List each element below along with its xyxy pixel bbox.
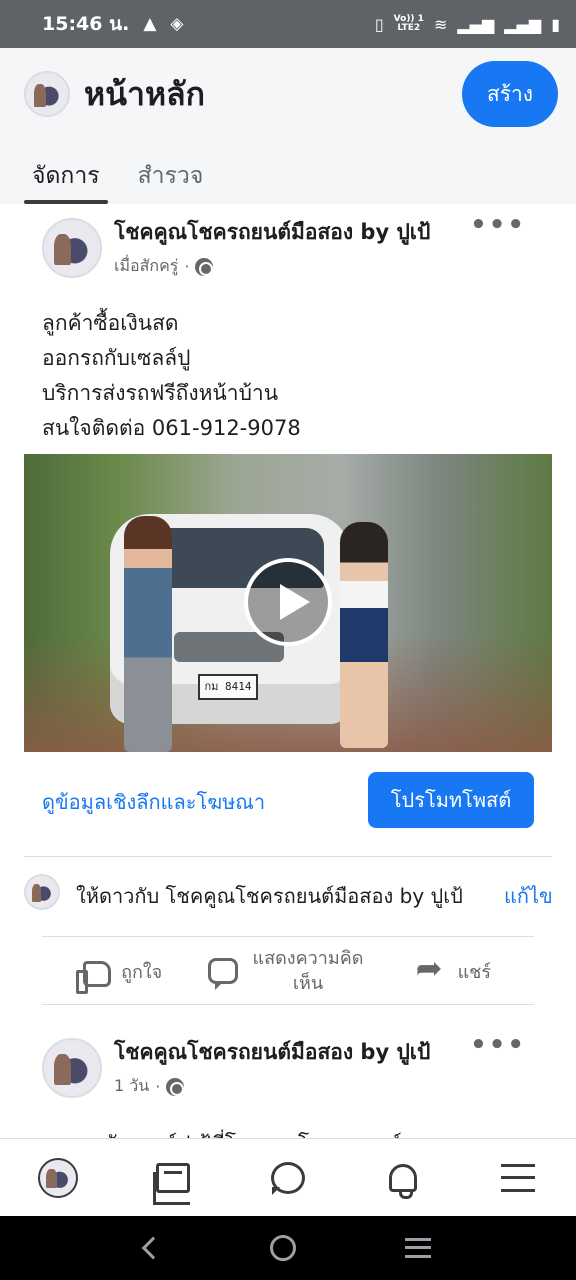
tab-manage[interactable]: จัดการ <box>24 140 108 204</box>
bottom-nav <box>0 1138 576 1216</box>
post-avatar[interactable] <box>42 218 102 278</box>
video-person-left <box>124 516 172 752</box>
post-meta: เมื่อสักครู่ · <box>114 254 214 279</box>
share-icon <box>416 949 448 987</box>
post-page-name[interactable]: โชคคูณโชครถยนต์มือสอง by ปูเป้ <box>114 1036 430 1069</box>
tab-explore[interactable]: สำรวจ <box>130 140 212 204</box>
post-header: โชคคูณโชครถยนต์มือสอง by ปูเป้ 1 วัน · •… <box>0 1024 576 1108</box>
post-page-name[interactable]: โชคคูณโชครถยนต์มือสอง by ปูเป้ <box>114 216 430 249</box>
page-title: หน้าหลัก <box>84 74 206 113</box>
post-text-line: บริการส่งรถฟรีถึงหน้าบ้าน <box>42 381 279 405</box>
rate-text[interactable]: ให้ดาวกับ โชคคูณโชครถยนต์มือสอง by ปูเป้ <box>76 880 463 912</box>
post-time[interactable]: เมื่อสักครู่ <box>114 254 178 279</box>
battery-icon: ▮ <box>551 14 560 34</box>
chat-icon <box>270 1161 305 1195</box>
more-options-icon[interactable]: ••• <box>470 1030 526 1060</box>
insights-link[interactable]: ดูข้อมูลเชิงลึกและโฆษณา <box>42 786 265 818</box>
share-button[interactable]: แชร์ <box>371 949 536 987</box>
nav-menu[interactable] <box>488 1148 548 1208</box>
comment-icon <box>207 958 238 990</box>
divider <box>24 856 552 857</box>
license-plate: กม 8414 <box>198 674 258 700</box>
post-video[interactable]: กม 8414 <box>24 454 552 752</box>
play-icon[interactable] <box>244 558 332 646</box>
page-avatar[interactable] <box>24 71 70 117</box>
share-label: แชร์ <box>457 961 492 983</box>
thumbs-up-icon <box>76 961 112 994</box>
divider <box>42 1004 534 1005</box>
home-icon[interactable] <box>269 1235 296 1261</box>
wifi-icon: ≋ <box>433 14 448 34</box>
bell-icon <box>389 1163 418 1199</box>
vibrate-icon: ▯ <box>374 14 384 34</box>
signal-icon-2: ▂▄▆ <box>504 14 542 34</box>
rate-row: ให้ดาวกับ โชคคูณโชครถยนต์มือสอง by ปูเป้… <box>0 866 576 922</box>
nav-chat[interactable] <box>258 1148 318 1208</box>
post-text-line: ลูกค้าซื้อเงินสด <box>42 311 179 335</box>
rate-avatar <box>24 874 60 910</box>
profile-avatar <box>37 1157 78 1198</box>
more-options-icon[interactable]: ••• <box>470 210 526 240</box>
nav-profile[interactable] <box>28 1148 88 1208</box>
post-avatar[interactable] <box>42 1038 102 1098</box>
recents-icon[interactable] <box>405 1238 432 1258</box>
post-2: โชคคูณโชครถยนต์มือสอง by ปูเป้ 1 วัน · •… <box>0 1024 576 1138</box>
status-bar: 15:46 น. ▲ ◈ ▯ Vo)) 1 LTE2 ≋ ▂▄▆ ▂▄▆ ▮ <box>0 0 576 48</box>
video-person-right <box>340 522 388 748</box>
back-icon[interactable] <box>141 1236 164 1260</box>
comment-label: แสดงความคิด เห็น <box>252 948 364 994</box>
edit-link[interactable]: แก้ไข <box>504 880 553 912</box>
pages-icon <box>152 1162 190 1205</box>
meta-separator: · <box>184 257 190 276</box>
globe-icon <box>195 257 214 276</box>
like-button[interactable]: ถูกใจ <box>40 955 205 994</box>
post-text-line: สนใจติดต่อ 061-912-9078 <box>42 416 301 440</box>
promote-post-button[interactable]: โปรโมทโพสต์ <box>368 772 534 828</box>
create-button[interactable]: สร้าง <box>462 61 558 127</box>
menu-icon <box>501 1163 536 1192</box>
like-label: ถูกใจ <box>121 961 163 983</box>
post-text-line: ออกรถกับเซลล์ปู <box>42 346 191 370</box>
post-header: โชคคูณโชครถยนต์มือสอง by ปูเป้ เมื่อสักค… <box>0 204 576 288</box>
post-time[interactable]: 1 วัน <box>114 1074 149 1099</box>
comment-button[interactable]: แสดงความคิด เห็น <box>205 946 370 996</box>
status-time: 15:46 น. <box>42 13 130 35</box>
signal-icon: ▂▄▆ <box>457 14 495 34</box>
warning-icon: ▲ <box>143 14 157 34</box>
insights-row: ดูข้อมูลเชิงลึกและโฆษณา โปรโมทโพสต์ <box>0 772 576 830</box>
meta-separator: · <box>155 1077 161 1096</box>
nav-pages[interactable] <box>143 1148 203 1208</box>
feed[interactable]: โชคคูณโชครถยนต์มือสอง by ปูเป้ เมื่อสักค… <box>0 204 576 1138</box>
globe-icon <box>166 1077 185 1096</box>
post-text: ออกรถกับเซลล์ปูเป้ที่โชคคูณโชครถยนต์ <box>42 1128 402 1138</box>
system-nav <box>0 1216 576 1280</box>
nav-notifications[interactable] <box>373 1148 433 1208</box>
volte-indicator: Vo)) 1 LTE2 <box>393 14 424 33</box>
tab-bar: จัดการ สำรวจ <box>0 140 576 204</box>
post-meta: 1 วัน · <box>114 1074 185 1099</box>
post-actions: ถูกใจ แสดงความคิด เห็น แชร์ <box>40 938 536 1004</box>
page-header: หน้าหลัก สร้าง <box>0 48 576 140</box>
divider <box>42 936 534 937</box>
location-icon: ◈ <box>170 14 184 34</box>
